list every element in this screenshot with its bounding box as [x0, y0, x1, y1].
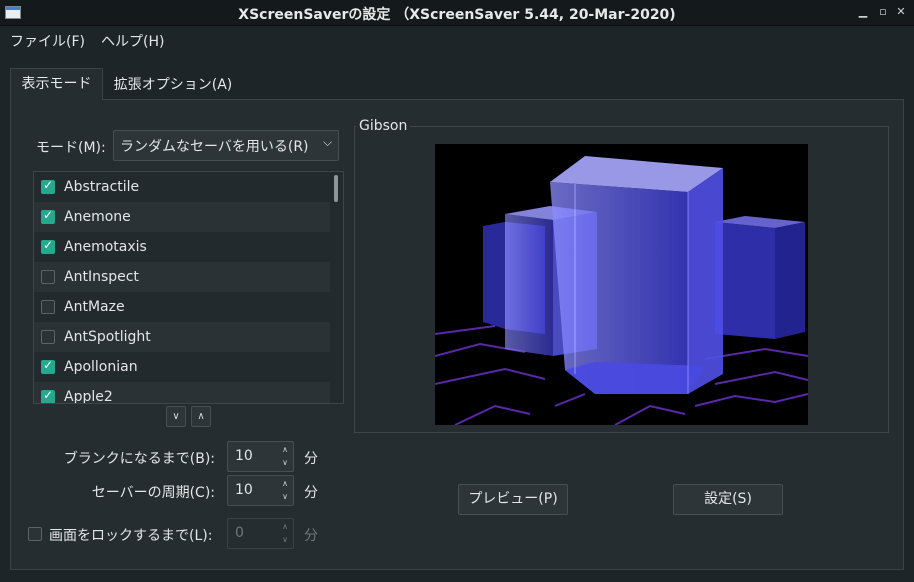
- maximize-icon[interactable]: ▫: [876, 5, 890, 19]
- mode-label: モード(M):: [36, 140, 106, 156]
- spin-up-icon: ∧: [282, 522, 288, 531]
- list-item[interactable]: AntInspect: [34, 262, 330, 292]
- window-title: XScreenSaverの設定 （XScreenSaver 5.44, 20-M…: [238, 7, 676, 23]
- chevron-down-icon: ∨: [172, 411, 180, 422]
- saver-name: Anemone: [64, 209, 131, 225]
- chevron-up-icon: ∧: [197, 411, 205, 422]
- mode-select-value: ランダムなセーバを用いる(R): [120, 139, 309, 155]
- preview-canvas: [435, 144, 808, 425]
- saver-name: Abstractile: [64, 179, 140, 195]
- cycle-after-unit: 分: [304, 485, 318, 501]
- saver-list[interactable]: Abstractile Anemone Anemotaxis AntInspec…: [33, 171, 344, 404]
- saver-name: Apple2: [64, 389, 113, 404]
- blank-after-unit: 分: [304, 451, 318, 467]
- lock-after-value: 0: [235, 525, 244, 541]
- lock-checkbox[interactable]: [28, 527, 42, 541]
- spin-up-icon[interactable]: ∧: [282, 446, 288, 454]
- spin-down-icon[interactable]: ∨: [282, 459, 288, 467]
- spin-down-icon[interactable]: ∨: [282, 493, 288, 501]
- blank-after-label: ブランクになるまで(B):: [63, 451, 215, 467]
- list-item[interactable]: Apple2: [34, 382, 330, 404]
- chevron-down-icon: ⌵: [323, 135, 333, 149]
- lock-after-spinbox[interactable]: 0 ∧ ∨: [227, 518, 294, 549]
- saver-checkbox[interactable]: [41, 388, 55, 403]
- list-item[interactable]: AntSpotlight: [34, 322, 330, 352]
- cycle-after-value: 10: [235, 482, 253, 498]
- tab-display-mode[interactable]: 表示モード: [10, 68, 103, 100]
- list-item[interactable]: Anemone: [34, 202, 330, 232]
- saver-checkbox[interactable]: [41, 358, 55, 374]
- minimize-icon[interactable]: ▁: [856, 5, 870, 19]
- blank-after-spinbox[interactable]: 10 ∧ ∨: [227, 441, 294, 472]
- list-item[interactable]: Anemotaxis: [34, 232, 330, 262]
- cycle-after-label: セーバーの周期(C):: [91, 485, 215, 501]
- saver-name: Apollonian: [64, 359, 138, 375]
- lock-after-unit: 分: [304, 528, 318, 544]
- lock-after-label: 画面をロックするまで(L):: [49, 528, 213, 544]
- list-item[interactable]: Abstractile: [34, 172, 330, 202]
- close-icon[interactable]: ✕: [894, 5, 908, 19]
- saver-name: AntSpotlight: [64, 329, 151, 345]
- saver-checkbox[interactable]: [41, 238, 55, 254]
- preview-title: Gibson: [356, 118, 411, 134]
- scrollbar-thumb[interactable]: [334, 175, 338, 202]
- move-up-button[interactable]: ∧: [191, 406, 211, 427]
- saver-name: Anemotaxis: [64, 239, 147, 255]
- menu-file[interactable]: ファイル(F): [6, 31, 89, 51]
- list-item[interactable]: AntMaze: [34, 292, 330, 322]
- cycle-after-spinbox[interactable]: 10 ∧ ∨: [227, 475, 294, 506]
- gibson-preview-image: [435, 156, 808, 425]
- move-down-button[interactable]: ∨: [166, 406, 186, 427]
- mode-select[interactable]: ランダムなセーバを用いる(R): [113, 130, 339, 161]
- saver-checkbox[interactable]: [41, 178, 55, 194]
- list-item[interactable]: Apollonian: [34, 352, 330, 382]
- settings-button[interactable]: 設定(S): [673, 484, 783, 515]
- list-scrollbar[interactable]: [331, 175, 339, 397]
- saver-checkbox[interactable]: [41, 300, 55, 314]
- spin-down-icon: ∨: [282, 535, 288, 544]
- saver-checkbox[interactable]: [41, 330, 55, 344]
- tab-advanced-options[interactable]: 拡張オプション(A): [103, 71, 243, 99]
- preview-button[interactable]: プレビュー(P): [458, 484, 568, 515]
- blank-after-value: 10: [235, 448, 253, 464]
- saver-name: AntInspect: [64, 269, 139, 285]
- saver-checkbox[interactable]: [41, 208, 55, 224]
- spin-up-icon[interactable]: ∧: [282, 480, 288, 488]
- saver-name: AntMaze: [64, 299, 125, 315]
- menu-help[interactable]: ヘルプ(H): [97, 31, 168, 51]
- saver-checkbox[interactable]: [41, 270, 55, 284]
